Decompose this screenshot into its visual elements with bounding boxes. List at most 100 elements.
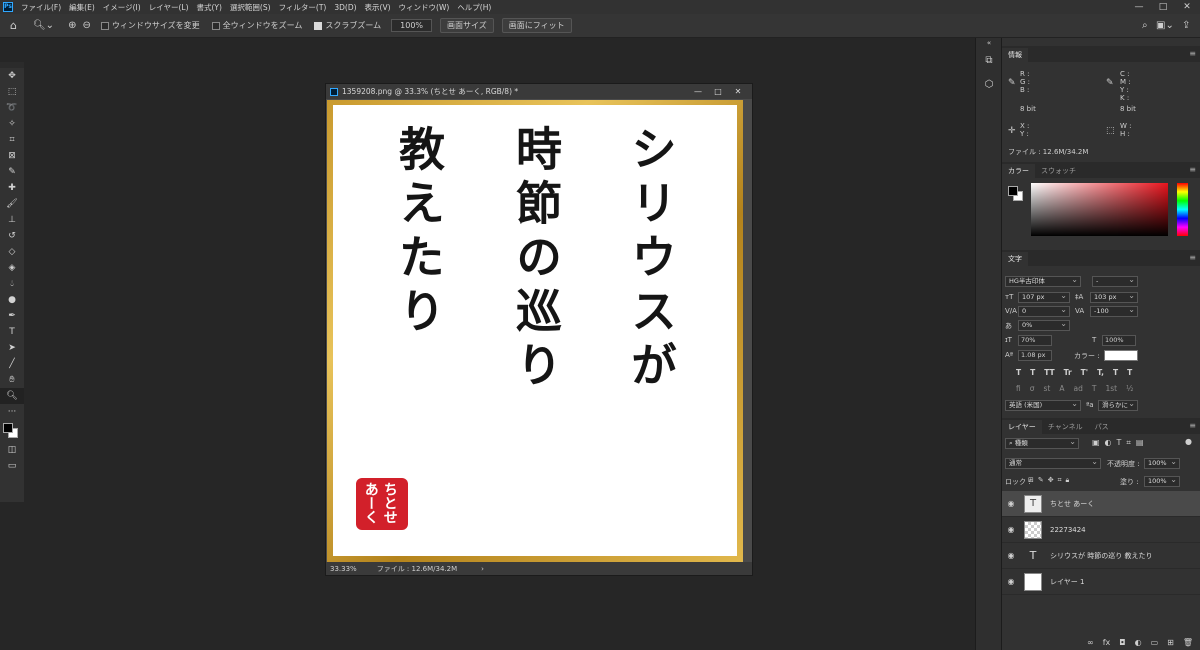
document-titlebar[interactable]: 1359208.png @ 33.3% (ちとせ あーく, RGB/8) * —…: [326, 84, 752, 99]
tsume-field[interactable]: 0%: [1018, 320, 1070, 331]
tab-layers[interactable]: レイヤー: [1002, 420, 1042, 434]
magic-wand-tool-icon[interactable]: ✧: [0, 116, 24, 132]
kerning-field[interactable]: 0: [1018, 306, 1070, 317]
color-picker-field[interactable]: [1031, 183, 1168, 236]
zoom-tool-icon[interactable]: 🔍︎: [0, 388, 24, 404]
visibility-eye-icon[interactable]: ◉: [1002, 551, 1020, 560]
zoom-value-field[interactable]: 100%: [391, 19, 433, 32]
eraser-tool-icon[interactable]: ◇: [0, 244, 24, 260]
new-layer-icon[interactable]: ⊞: [1167, 638, 1174, 647]
all-caps-button[interactable]: TT: [1044, 368, 1054, 377]
menu-file[interactable]: ファイル(F): [17, 2, 65, 13]
font-style-select[interactable]: -: [1092, 276, 1138, 287]
opacity-field[interactable]: 100%: [1144, 458, 1180, 469]
menu-window[interactable]: ウィンドウ(W): [395, 2, 454, 13]
swash-button[interactable]: A: [1059, 384, 1064, 393]
link-layers-icon[interactable]: ∞: [1087, 638, 1094, 647]
hue-slider[interactable]: [1177, 183, 1188, 236]
language-select[interactable]: 英語 (米国): [1005, 400, 1081, 411]
document-minimize-button[interactable]: —: [688, 84, 708, 99]
text-color-swatch[interactable]: [1104, 350, 1138, 361]
fractions-button[interactable]: ½: [1126, 384, 1133, 393]
history-panel-icon[interactable]: ⧉: [976, 48, 1002, 72]
brush-tool-icon[interactable]: 🖌︎: [0, 196, 24, 212]
document-maximize-button[interactable]: □: [708, 84, 728, 99]
canvas-paper[interactable]: シリウスが 時節の巡り 教えたり ちとせ あーく: [333, 105, 737, 556]
menu-select[interactable]: 選択範囲(S): [226, 2, 275, 13]
panel-menu-icon[interactable]: ≡: [1189, 49, 1196, 58]
document-zoom-readout[interactable]: 33.33%: [330, 565, 357, 573]
menu-layer[interactable]: レイヤー(L): [145, 2, 193, 13]
leading-field[interactable]: 103 px: [1090, 292, 1138, 303]
font-size-field[interactable]: 107 px: [1018, 292, 1070, 303]
menu-edit[interactable]: 編集(E): [65, 2, 99, 13]
zoom-in-icon[interactable]: ⊕: [68, 20, 76, 31]
history-brush-tool-icon[interactable]: ↺: [0, 228, 24, 244]
menu-view[interactable]: 表示(V): [361, 2, 395, 13]
zoom-all-checkbox[interactable]: 全ウィンドウをズーム: [211, 20, 302, 31]
layer-row-background-fill[interactable]: ◉ レイヤー 1: [1002, 569, 1200, 595]
tab-info[interactable]: 情報: [1002, 48, 1028, 62]
superscript-button[interactable]: T': [1081, 368, 1088, 377]
discretionary-ligatures-button[interactable]: st: [1044, 384, 1051, 393]
horizontal-scale-field[interactable]: 100%: [1102, 335, 1136, 346]
tab-paths[interactable]: パス: [1089, 420, 1115, 434]
lasso-tool-icon[interactable]: ➰: [0, 100, 24, 116]
foreground-color-swatch[interactable]: [3, 423, 13, 433]
line-tool-icon[interactable]: ╱: [0, 356, 24, 372]
share-icon[interactable]: ⇪: [1182, 20, 1190, 31]
faux-bold-button[interactable]: T: [1016, 368, 1021, 377]
layer-row-image[interactable]: ◉ 22273424: [1002, 517, 1200, 543]
document-file-info[interactable]: ファイル : 12.6M/34.2M: [377, 564, 457, 574]
more-tools-icon[interactable]: ···: [0, 404, 24, 420]
maximize-button[interactable]: □: [1152, 0, 1174, 14]
panel-menu-icon[interactable]: ≡: [1189, 253, 1196, 262]
search-icon[interactable]: ⌕: [1142, 20, 1148, 31]
close-window-button[interactable]: ✕: [1176, 0, 1198, 14]
tab-color[interactable]: カラー: [1002, 164, 1035, 178]
alternates-button[interactable]: σ: [1030, 384, 1035, 393]
crop-tool-icon[interactable]: ⌗: [0, 132, 24, 148]
menu-help[interactable]: ヘルプ(H): [453, 2, 495, 13]
tracking-field[interactable]: -100: [1090, 306, 1138, 317]
fill-field[interactable]: 100%: [1144, 476, 1180, 487]
panel-menu-icon[interactable]: ≡: [1189, 165, 1196, 174]
filter-toggle-icon[interactable]: ●: [1185, 437, 1192, 446]
titling-alternates-button[interactable]: T: [1092, 384, 1097, 393]
menu-filter[interactable]: フィルター(T): [275, 2, 331, 13]
layer-style-icon[interactable]: fx: [1103, 638, 1111, 647]
menu-type[interactable]: 書式(Y): [193, 2, 226, 13]
type-tool-icon[interactable]: T: [0, 324, 24, 340]
document-close-button[interactable]: ✕: [728, 84, 748, 99]
stylistic-alternates-button[interactable]: ad: [1074, 384, 1083, 393]
minimize-button[interactable]: —: [1128, 0, 1150, 14]
resize-windows-checkbox[interactable]: ウィンドウサイズを変更: [100, 20, 200, 31]
layer-filter-select[interactable]: ⌕ 種類: [1005, 438, 1079, 449]
pen-tool-icon[interactable]: ✒: [0, 308, 24, 324]
delete-layer-icon[interactable]: 🗑: [1183, 638, 1193, 647]
faux-italic-button[interactable]: T: [1030, 368, 1035, 377]
subscript-button[interactable]: T,: [1097, 368, 1104, 377]
workspace-icon[interactable]: ▣⌄: [1156, 20, 1174, 31]
path-selection-tool-icon[interactable]: ➤: [0, 340, 24, 356]
marquee-tool-icon[interactable]: ⬚: [0, 84, 24, 100]
strikethrough-button[interactable]: T: [1127, 368, 1132, 377]
scrubby-zoom-checkbox[interactable]: スクラブズーム: [314, 20, 381, 31]
fit-screen-button[interactable]: 画面サイズ: [440, 18, 494, 33]
font-family-select[interactable]: HG半古印体: [1005, 276, 1081, 287]
menu-image[interactable]: イメージ(I): [99, 2, 145, 13]
tab-swatches[interactable]: スウォッチ: [1035, 164, 1082, 178]
dodge-tool-icon[interactable]: ●: [0, 292, 24, 308]
baseline-shift-field[interactable]: 1.08 px: [1018, 350, 1052, 361]
hand-tool-icon[interactable]: ✋︎: [0, 372, 24, 388]
adjustment-layer-icon[interactable]: ◐: [1135, 638, 1142, 647]
vertical-scale-field[interactable]: 70%: [1018, 335, 1052, 346]
visibility-eye-icon[interactable]: ◉: [1002, 525, 1020, 534]
small-caps-button[interactable]: Tr: [1064, 368, 1072, 377]
ligatures-button[interactable]: fi: [1016, 384, 1021, 393]
color-foreground-swatch[interactable]: [1008, 186, 1018, 196]
stamp-tool-icon[interactable]: ⊥: [0, 212, 24, 228]
home-icon[interactable]: ⌂: [10, 19, 17, 32]
screen-mode-icon[interactable]: ▭: [0, 458, 24, 474]
frame-tool-icon[interactable]: ⊠: [0, 148, 24, 164]
